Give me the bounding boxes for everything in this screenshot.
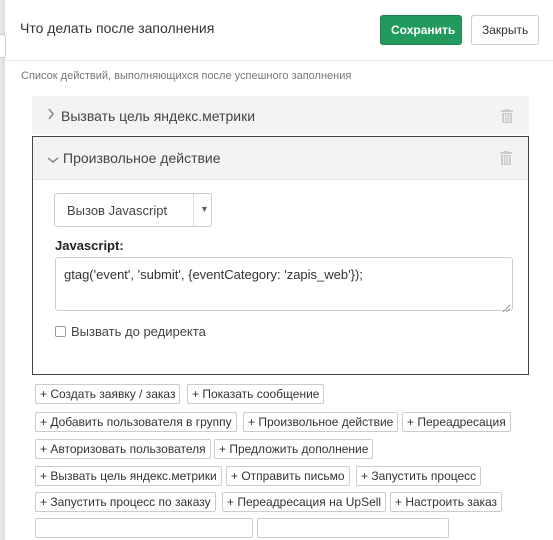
trash-icon[interactable]: [501, 109, 513, 123]
javascript-code-text: gtag('event', 'submit', {eventCategory: …: [64, 267, 363, 282]
chevron-right-icon[interactable]: [47, 108, 55, 122]
add-offer-addon-button[interactable]: + Предложить дополнение: [214, 439, 374, 459]
trash-icon[interactable]: [500, 151, 512, 165]
background-page-edge: [0, 34, 6, 58]
action-item-header[interactable]: Произвольное действие: [33, 137, 528, 180]
add-send-email-button[interactable]: + Отправить письмо: [226, 466, 350, 486]
add-redirect-button[interactable]: + Переадресация: [402, 412, 511, 432]
action-item-custom: Произвольное действие Вызов Javascript ▼…: [32, 136, 529, 375]
actions-description: Список действий, выполняющихся после усп…: [21, 70, 352, 82]
modal-header: Что делать после заполнения Сохранить За…: [5, 0, 553, 61]
resize-handle-icon[interactable]: [502, 300, 511, 313]
add-custom-action-button[interactable]: + Произвольное действие: [243, 412, 399, 432]
javascript-label: Javascript:: [55, 238, 124, 253]
add-order-process-button[interactable]: + Запустить процесс по заказу: [35, 492, 216, 512]
before-redirect-checkbox[interactable]: [55, 326, 66, 337]
action-item-metrika[interactable]: Вызвать цель яндекс.метрики: [32, 96, 529, 134]
add-create-order-button[interactable]: + Создать заявку / заказ: [35, 384, 181, 404]
chevron-down-icon[interactable]: [47, 153, 59, 166]
add-action-button-partial[interactable]: [257, 518, 449, 538]
caret-down-icon[interactable]: ▼: [200, 204, 209, 214]
add-upsell-redirect-button[interactable]: + Переадресация на UpSell: [222, 492, 387, 512]
action-type-value: Вызов Javascript: [67, 203, 168, 218]
modal-title: Что делать после заполнения: [20, 20, 215, 36]
action-item-label: Произвольное действие: [63, 150, 221, 166]
action-item-label: Вызвать цель яндекс.метрики: [61, 108, 256, 124]
close-button[interactable]: Закрыть: [471, 15, 539, 45]
add-show-message-button[interactable]: + Показать сообщение: [187, 384, 325, 404]
save-button[interactable]: Сохранить: [380, 15, 462, 45]
before-redirect-label[interactable]: Вызвать до редиректа: [71, 324, 206, 339]
add-metrika-goal-button[interactable]: + Вызвать цель яндекс.метрики: [35, 466, 222, 486]
action-type-select[interactable]: Вызов Javascript ▼: [54, 193, 212, 227]
javascript-code-input[interactable]: gtag('event', 'submit', {eventCategory: …: [55, 257, 513, 313]
select-divider: [193, 194, 194, 226]
modal-dialog: Что делать после заполнения Сохранить За…: [4, 0, 553, 540]
add-authorize-user-button[interactable]: + Авторизовать пользователя: [35, 439, 211, 459]
add-user-to-group-button[interactable]: + Добавить пользователя в группу: [35, 412, 237, 432]
add-action-button-partial[interactable]: [35, 518, 253, 538]
add-start-process-button[interactable]: + Запустить процесс: [356, 466, 482, 486]
add-configure-order-button[interactable]: + Настроить заказ: [390, 492, 503, 512]
